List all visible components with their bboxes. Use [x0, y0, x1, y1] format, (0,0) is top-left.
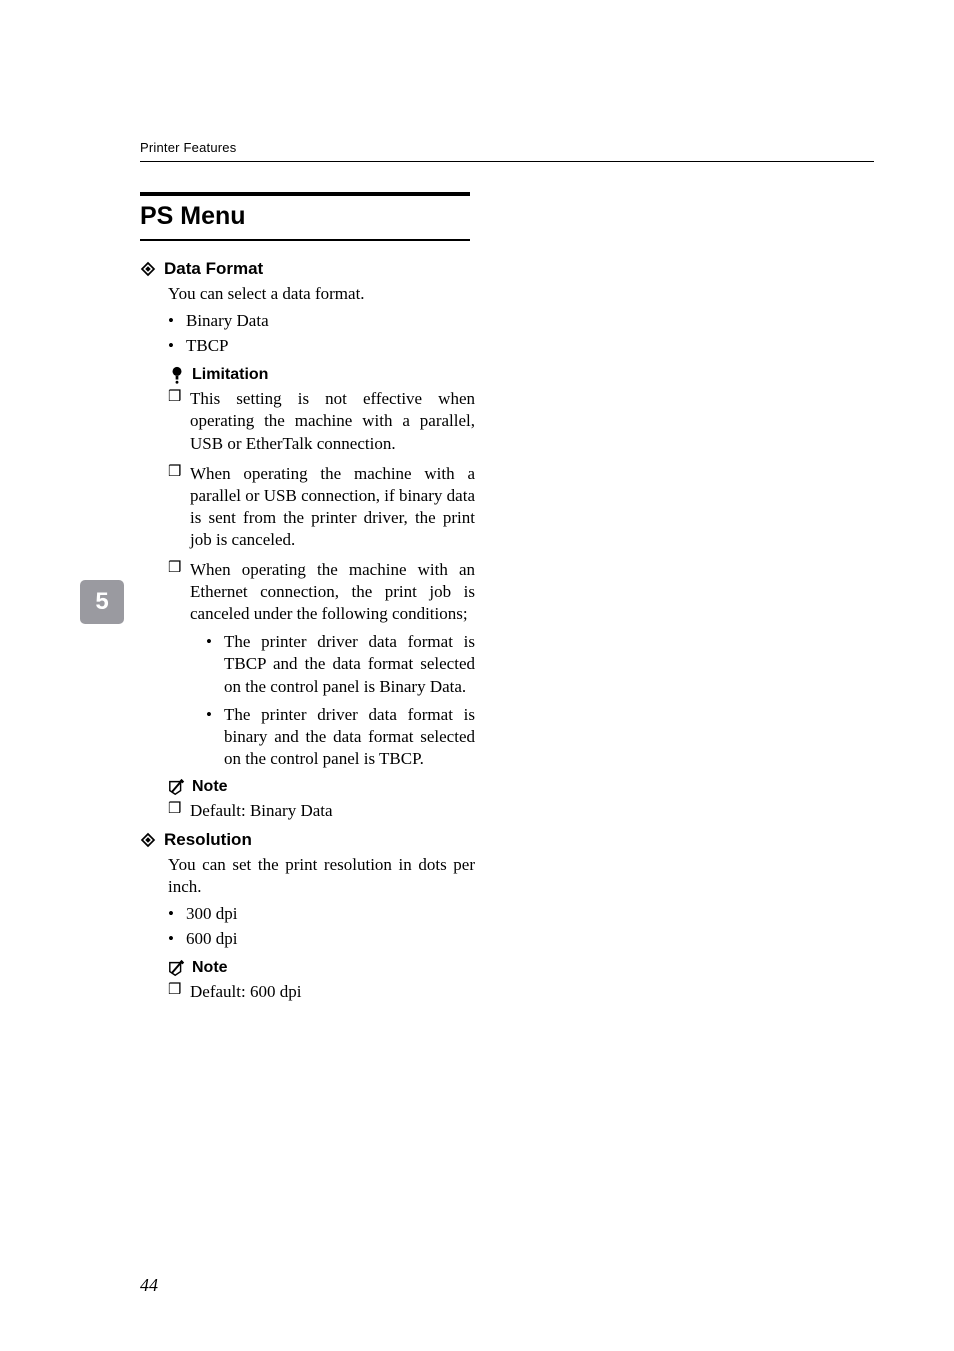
resolution-heading: Resolution: [164, 830, 252, 850]
list-item: 300 dpi: [168, 902, 475, 927]
chapter-tab: 5: [80, 580, 124, 624]
list-item: TBCP: [168, 334, 475, 359]
list-item: Binary Data: [168, 309, 475, 334]
note-icon: [168, 959, 186, 977]
list-item: When operating the machine with a parall…: [168, 463, 475, 551]
list-item: When operating the machine with an Ether…: [168, 559, 475, 770]
limitation-list: This setting is not effective when opera…: [168, 388, 475, 770]
resolution-intro: You can set the print resolution in dots…: [168, 854, 475, 898]
limitation-item-text: When operating the machine with an Ether…: [190, 560, 475, 623]
diamond-icon: [140, 832, 156, 848]
list-item: Default: 600 dpi: [168, 981, 475, 1003]
diamond-icon: [140, 261, 156, 277]
page-number: 44: [140, 1275, 158, 1296]
data-format-heading: Data Format: [164, 259, 263, 279]
list-item: This setting is not effective when opera…: [168, 388, 475, 454]
note-callout-1: Note: [168, 778, 475, 796]
list-item: 600 dpi: [168, 927, 475, 952]
running-header: Printer Features: [140, 140, 874, 162]
resolution-heading-row: Resolution: [140, 830, 475, 850]
note-label: Note: [192, 959, 228, 977]
list-item: The printer driver data format is binary…: [206, 704, 475, 770]
limitation-label: Limitation: [192, 366, 268, 384]
data-format-options: Binary Data TBCP: [168, 309, 475, 358]
data-format-note-list: Default: Binary Data: [168, 800, 475, 822]
limitation-callout: Limitation: [168, 366, 475, 384]
list-item: The printer driver data format is TBCP a…: [206, 631, 475, 697]
note-icon: [168, 778, 186, 796]
note-callout-2: Note: [168, 959, 475, 977]
data-format-intro: You can select a data format.: [168, 283, 475, 305]
data-format-heading-row: Data Format: [140, 259, 475, 279]
resolution-options: 300 dpi 600 dpi: [168, 902, 475, 951]
list-item: Default: Binary Data: [168, 800, 475, 822]
note-label: Note: [192, 778, 228, 796]
section-title: PS Menu: [140, 192, 470, 241]
sub-conditions-list: The printer driver data format is TBCP a…: [206, 631, 475, 770]
limitation-icon: [168, 366, 186, 384]
resolution-note-list: Default: 600 dpi: [168, 981, 475, 1003]
